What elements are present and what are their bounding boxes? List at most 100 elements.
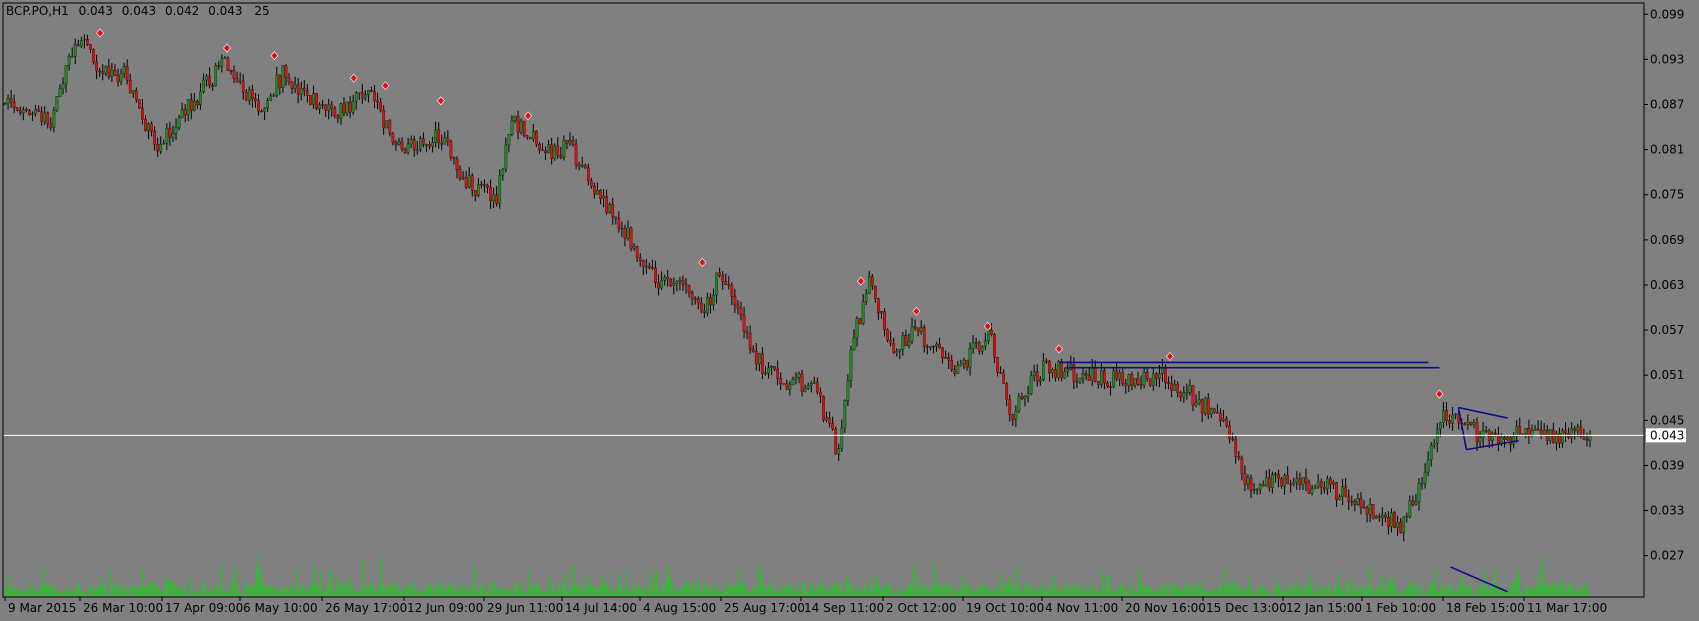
candle-body-up (1481, 430, 1485, 438)
candle-body-down (1307, 482, 1311, 494)
candle-body-down (373, 91, 376, 101)
candle-body-down (1130, 374, 1134, 386)
candle-body-up (418, 138, 422, 150)
price-chart[interactable]: 0.099 0.093 0.087 0.081 0.075 0.069 0.063 0.057… (0, 0, 1699, 621)
candle-body-up (1390, 512, 1393, 527)
current-price-label: 0.043 (1650, 428, 1684, 442)
candle-body-down (635, 246, 639, 258)
candle-body-down (480, 184, 483, 186)
candle-body-up (431, 142, 434, 147)
candle-body-up (663, 276, 667, 281)
candle-body-down (287, 77, 291, 83)
candle-body-up (415, 149, 419, 151)
candle-body-down (1219, 412, 1222, 421)
chart-canvas[interactable]: 0.099 0.093 0.087 0.081 0.075 0.069 0.063 0.057… (0, 0, 1699, 621)
candle-body-up (504, 144, 508, 170)
candle-body-down (1106, 382, 1109, 387)
candle-body-down (403, 148, 407, 153)
candle-body-down (324, 104, 328, 111)
time-tick-label: 9 Mar 2015 (8, 601, 76, 615)
candle-body-down (1005, 383, 1009, 400)
candle-body-down (870, 276, 874, 287)
candle-body-down (819, 391, 822, 397)
candle-body-up (345, 101, 349, 114)
candle-body-down (440, 142, 444, 145)
candle-body-down (1008, 398, 1012, 415)
candle-body-down (28, 110, 31, 115)
candle-body-up (119, 73, 123, 82)
candle-body-up (907, 341, 911, 346)
candle-body-up (165, 128, 169, 144)
candle-body-down (828, 417, 831, 424)
candle-body-down (586, 167, 590, 182)
candle-body-down (296, 84, 300, 95)
candle-body-up (764, 372, 767, 375)
candle-body-up (794, 377, 798, 380)
symbol-header: BCP.PO,H1 0.043 0.043 0.042 0.043 25 (6, 4, 270, 18)
candle-body-up (199, 91, 202, 106)
candle-body-down (1179, 392, 1183, 398)
candle-body-up (1356, 498, 1360, 505)
candle-body-down (1237, 456, 1241, 459)
candle-body-up (1466, 421, 1470, 425)
candle-body-up (357, 92, 361, 94)
candle-body-up (1432, 443, 1436, 446)
candle-body-up (1188, 385, 1192, 393)
candle-body-down (1267, 477, 1271, 488)
candle-body-up (159, 144, 163, 152)
candle-body-up (21, 109, 25, 114)
candle-body-down (541, 149, 544, 151)
candle-body-up (1368, 504, 1372, 515)
candle-body-down (1319, 481, 1323, 488)
candle-body-down (593, 186, 596, 195)
candle-body-down (37, 109, 40, 112)
candle-body-up (1396, 521, 1399, 528)
candle-body-down (535, 130, 538, 145)
candle-body-up (715, 272, 718, 296)
candle-body-up (467, 175, 471, 188)
candle-body-down (1393, 512, 1396, 528)
candle-body-up (1576, 426, 1580, 431)
candle-body-up (406, 143, 410, 153)
candle-body-up (1588, 435, 1592, 441)
candle-body-up (409, 139, 413, 145)
candle-body-down (321, 104, 324, 106)
candle-body-down (950, 360, 954, 370)
candle-body-down (394, 142, 398, 145)
candle-body-up (1506, 437, 1509, 440)
candle-body-up (339, 103, 343, 119)
candle-body-down (46, 112, 50, 124)
candle-body-down (1289, 483, 1293, 486)
candle-body-down (599, 190, 602, 200)
candle-body-up (434, 129, 437, 143)
candle-body-down (315, 93, 318, 110)
candle-body-down (254, 98, 257, 101)
candle-body-up (1555, 432, 1558, 443)
candle-body-up (956, 365, 960, 374)
candle-body-up (461, 177, 465, 179)
candle-body-down (1045, 360, 1048, 363)
candle-body-down (1463, 423, 1467, 425)
candle-body-up (1194, 402, 1198, 406)
candle-body-down (776, 368, 779, 379)
candle-body-up (1332, 482, 1335, 485)
chart-background (0, 0, 1699, 621)
candle-body-up (281, 65, 285, 88)
candle-body-down (1503, 436, 1506, 440)
candle-body-down (1167, 382, 1170, 384)
candle-body-down (1286, 474, 1290, 485)
candle-body-up (1478, 437, 1482, 443)
candle-body-down (559, 155, 563, 158)
candle-body-up (1402, 516, 1406, 534)
candle-body-up (974, 342, 978, 344)
candle-body-down (290, 81, 294, 89)
candle-body-down (9, 98, 13, 103)
candle-body-up (1472, 422, 1476, 425)
candle-body-down (1304, 477, 1308, 483)
candle-body-down (1405, 516, 1409, 518)
price-tick-label: 0.033 (1650, 504, 1684, 518)
candle-body-up (1100, 370, 1103, 385)
candle-body-up (1533, 428, 1537, 431)
candle-body-up (513, 115, 517, 121)
low-value: 0.042 (165, 4, 199, 18)
